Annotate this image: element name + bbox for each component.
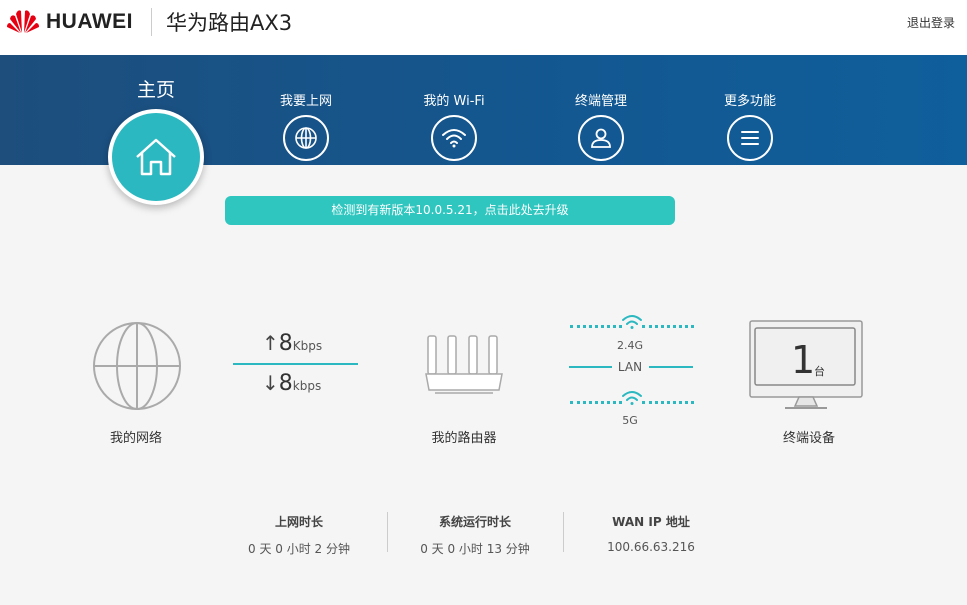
my-network-label: 我的网络 [109,431,162,446]
router-model-title: 华为路由AX3 [166,11,293,35]
upload-rate-value: 8 [278,331,293,356]
stat-online-title: 上网时长 [274,515,323,529]
upload-rate-unit: Kbps [292,339,323,353]
nav-wifi[interactable]: 我的 Wi-Fi [414,90,494,161]
lan-line-right [649,366,693,368]
stat-uptime: 系统运行时长 0 天 0 小时 13 分钟 [390,513,560,557]
wifi-5g-icon [622,391,642,405]
upload-rate: ↑8Kbps [262,331,322,356]
home-icon [136,138,176,176]
upload-arrow-icon: ↑ [262,331,279,355]
wifi-icon [431,115,477,161]
top-header: HUAWEI 华为路由AX3 退出登录 [0,0,967,55]
header-divider [151,8,152,36]
stat-uptime-value: 0 天 0 小时 13 分钟 [420,542,530,556]
download-rate-unit: kbps [292,379,322,393]
download-rate-value: 8 [278,371,293,396]
user-icon [578,115,624,161]
nav-internet-label: 我要上网 [279,94,332,109]
band-5-label: 5G [622,414,638,427]
brand-name: HUAWEI [46,10,133,33]
nav-internet[interactable]: 我要上网 [271,90,341,161]
device-count-unit: 台 [814,365,825,378]
nav-home-label: 主页 [136,79,175,101]
wifi-24-icon [622,315,642,329]
globe-icon [283,115,329,161]
band-24-dots-left [570,325,622,329]
internet-globe-icon[interactable] [91,320,183,412]
stat-separator [387,512,388,552]
rate-divider [233,363,358,365]
stat-wan-ip-title: WAN IP 地址 [612,515,690,529]
stat-wan-ip: WAN IP 地址 100.66.63.216 [566,513,736,554]
router-icon[interactable] [425,332,503,396]
devices-label: 终端设备 [782,431,835,446]
nav-more[interactable]: 更多功能 [715,90,785,161]
my-router-label: 我的路由器 [431,431,497,446]
nav-devices[interactable]: 终端管理 [566,90,636,161]
lan-line-left [569,366,612,368]
nav-devices-label: 终端管理 [574,94,627,109]
download-rate: ↓8kbps [262,371,321,396]
menu-icon [727,115,773,161]
stat-separator [563,512,564,552]
logout-link[interactable]: 退出登录 [907,14,955,31]
lan-label: LAN [617,360,643,374]
download-arrow-icon: ↓ [262,371,279,395]
band-24-label: 2.4G [616,339,644,352]
band-5-dots-right [642,401,694,405]
stat-online-duration: 上网时长 0 天 0 小时 2 分钟 [214,513,384,557]
nav-wifi-label: 我的 Wi-Fi [423,94,485,109]
nav-more-label: 更多功能 [723,94,776,109]
stat-uptime-title: 系统运行时长 [438,515,511,529]
stat-wan-ip-value: 100.66.63.216 [607,540,695,554]
band-24-dots-right [642,325,694,329]
nav-home-button[interactable] [108,109,204,205]
device-count: 1 [791,338,816,382]
band-5-dots-left [570,401,622,405]
stat-online-value: 0 天 0 小时 2 分钟 [248,542,350,556]
huawei-logo-icon [7,10,39,33]
firmware-upgrade-banner[interactable]: 检测到有新版本10.0.5.21，点击此处去升级 [225,196,675,225]
